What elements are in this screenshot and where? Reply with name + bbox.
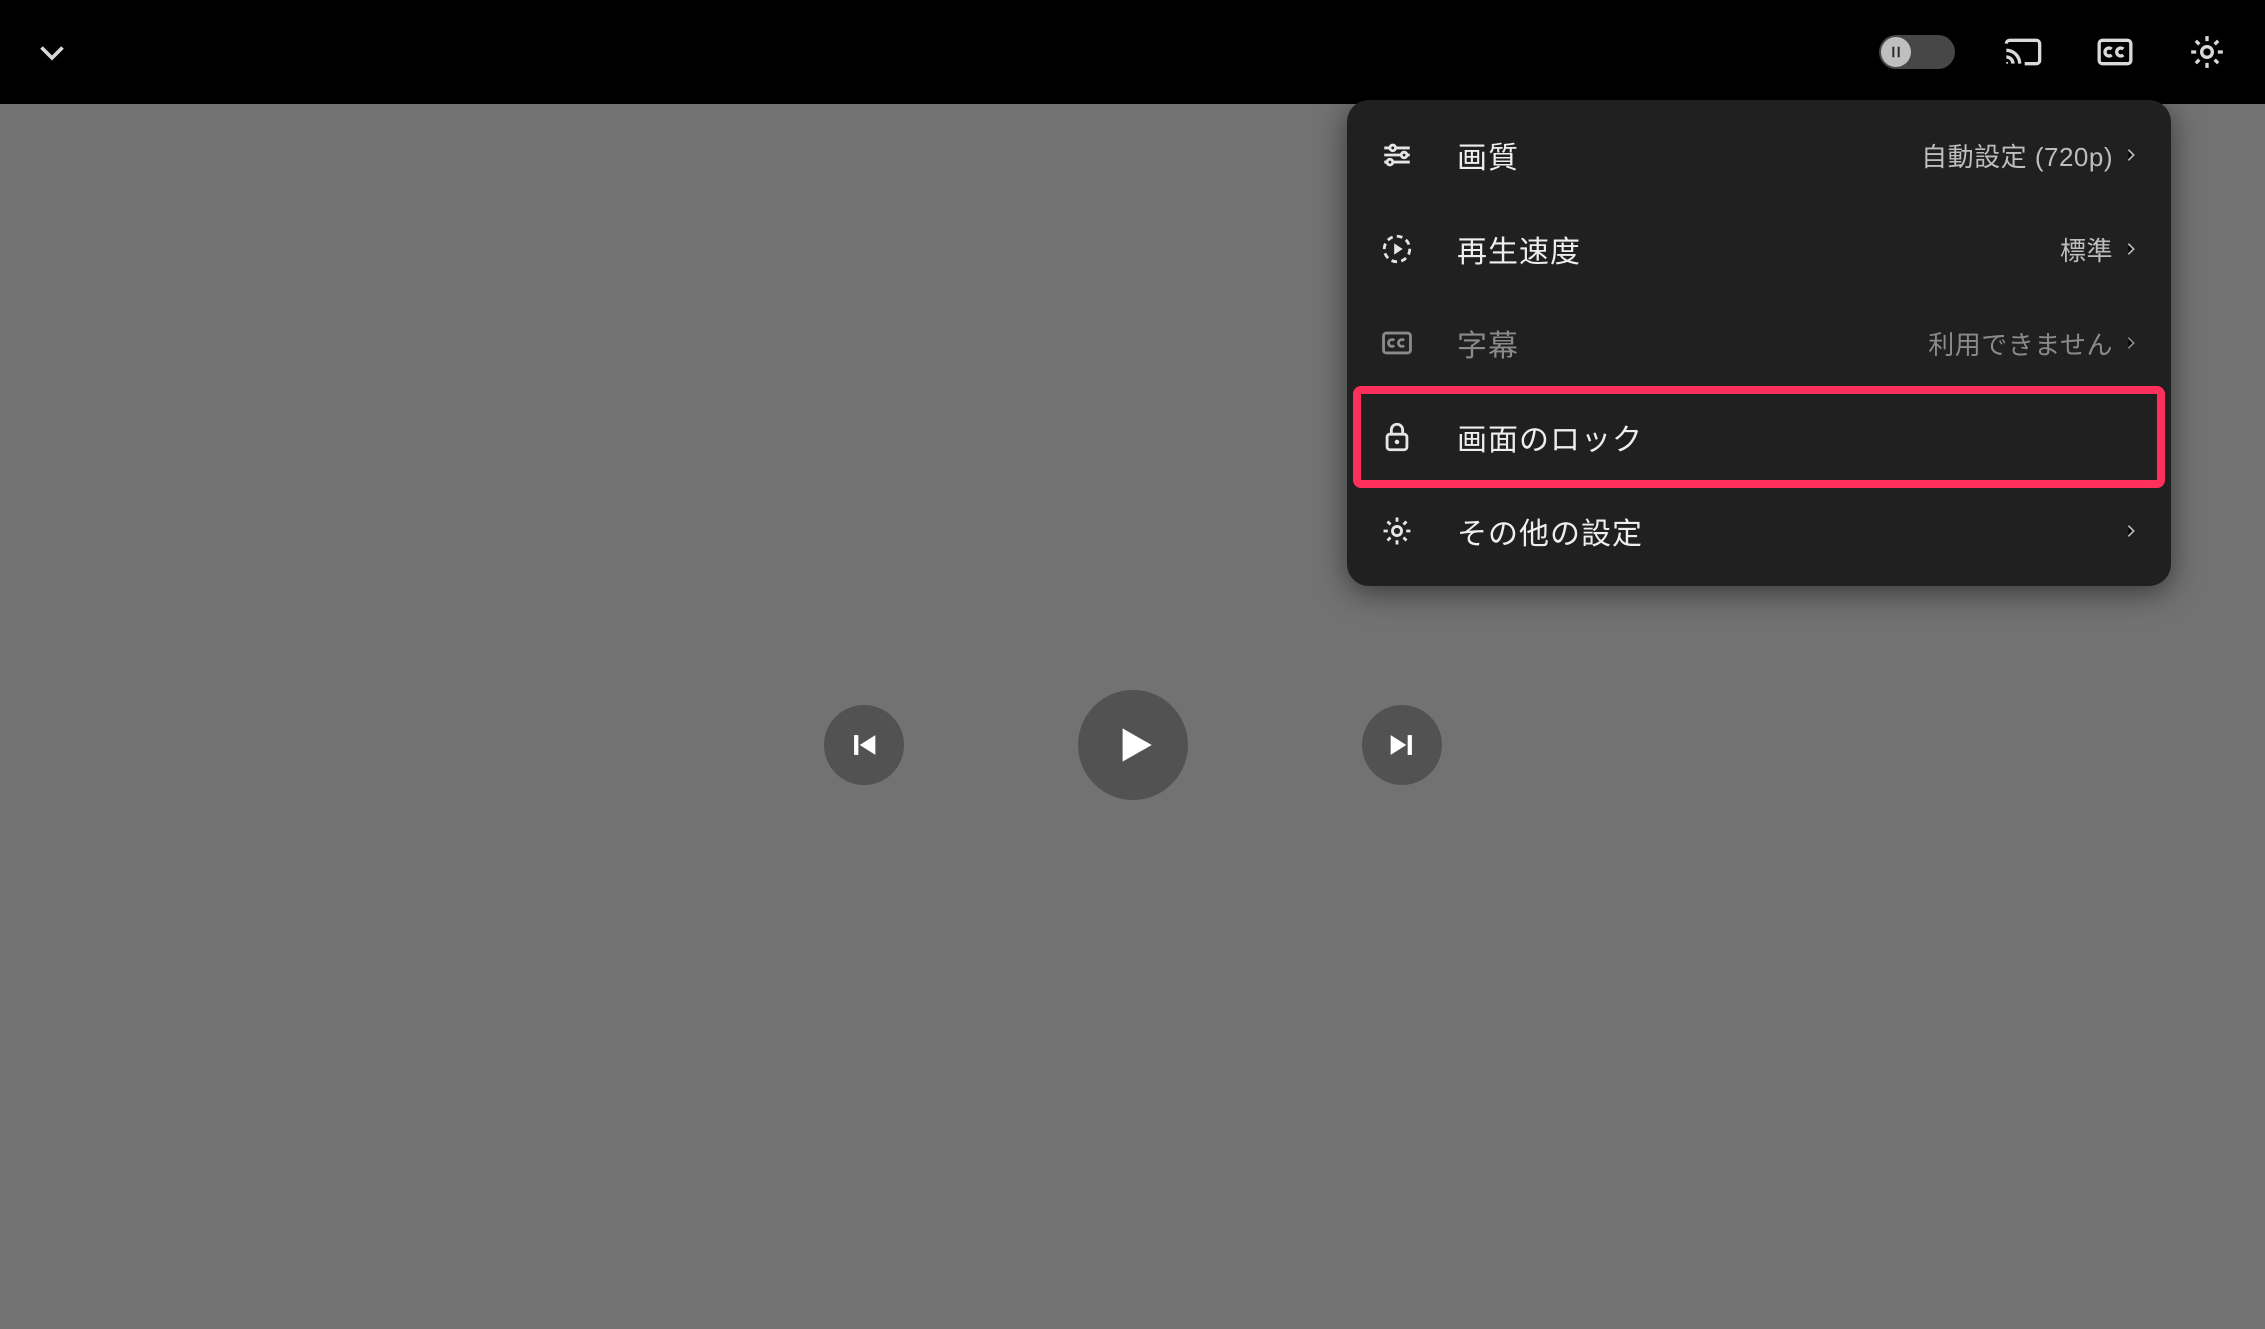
captions-button[interactable] [2091,28,2139,76]
menu-item-screen-lock[interactable]: 画面のロック [1357,390,2161,484]
menu-value: 自動設定 (720p) [1921,137,2113,174]
video-player-screen: 画質 自動設定 (720p) 再生速度 標準 [0,0,2265,1329]
chevron-right-icon [2123,147,2139,163]
previous-button[interactable] [824,705,904,785]
autoplay-toggle[interactable] [1879,35,1955,69]
chevron-down-icon [34,34,70,70]
menu-item-speed[interactable]: 再生速度 標準 [1347,202,2171,296]
skip-previous-icon [847,728,881,762]
gear-icon [2187,32,2227,72]
menu-item-subtitles: 字幕 利用できません [1347,296,2171,390]
menu-label: 再生速度 [1457,227,2060,271]
collapse-button[interactable] [28,28,76,76]
cast-button[interactable] [1999,28,2047,76]
menu-item-quality[interactable]: 画質 自動設定 (720p) [1347,108,2171,202]
settings-button[interactable] [2183,28,2231,76]
playback-controls [824,690,1442,800]
menu-label: 画質 [1457,133,1921,177]
play-button[interactable] [1078,690,1188,800]
cast-icon [2003,32,2043,72]
menu-item-more-settings[interactable]: その他の設定 [1347,484,2171,578]
menu-label: 字幕 [1457,321,1928,365]
chevron-right-icon [2123,523,2139,539]
toggle-knob [1881,37,1911,67]
settings-popover: 画質 自動設定 (720p) 再生速度 標準 [1347,100,2171,586]
menu-label: その他の設定 [1457,509,2123,553]
menu-value: 利用できません [1928,325,2113,362]
play-icon [1108,720,1158,770]
lock-icon [1380,420,1414,454]
menu-value: 標準 [2060,231,2113,268]
gear-icon [1380,514,1414,548]
next-button[interactable] [1362,705,1442,785]
cc-icon [1380,326,1414,360]
menu-label: 画面のロック [1457,415,2143,459]
speed-icon [1380,232,1414,266]
pause-icon [1888,44,1904,60]
top-bar [0,0,2265,104]
skip-next-icon [1385,728,1419,762]
cc-icon [2095,32,2135,72]
sliders-icon [1380,138,1414,172]
chevron-right-icon [2123,335,2139,351]
chevron-right-icon [2123,241,2139,257]
